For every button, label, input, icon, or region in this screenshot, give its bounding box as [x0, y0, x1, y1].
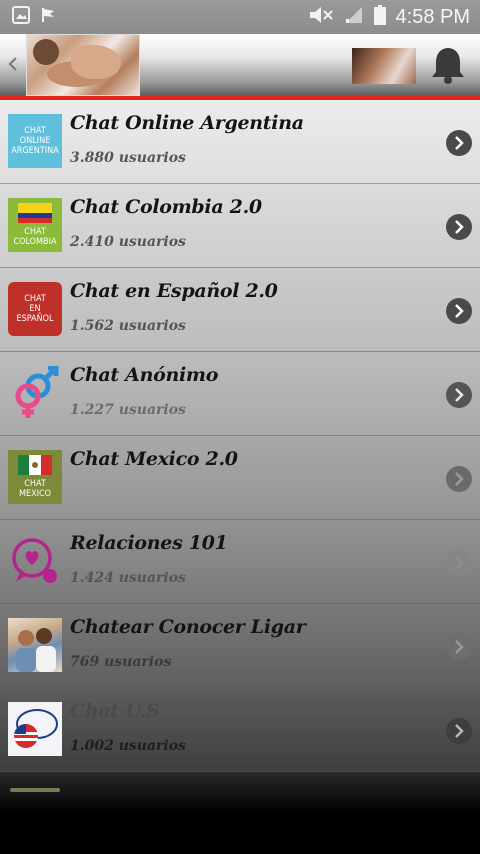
chevron-right-icon[interactable] [446, 382, 472, 408]
chat-user-count: 1.562 usuarios [70, 318, 186, 334]
chat-argentina-icon: CHAT ONLINE ARGENTINA [8, 114, 62, 168]
chat-colombia-icon: CHAT COLOMBIA [8, 198, 62, 252]
chat-list-item[interactable]: CHAT EN ESPAÑOL Chat en Español 2.0 1.562 … [0, 268, 480, 352]
app-logo-photo [26, 34, 140, 96]
chat-list-item[interactable]: CHAT MEXICO Chat Mexico 2.0 [0, 436, 480, 520]
chat-list-item-partial[interactable] [0, 772, 480, 854]
chat-user-count: 3.880 usuarios [70, 150, 186, 166]
chat-title: Chat Mexico 2.0 [70, 448, 238, 470]
chevron-right-icon[interactable] [446, 550, 472, 576]
mute-icon [308, 6, 334, 28]
chat-list: CHAT ONLINE ARGENTINA Chat Online Argentin… [0, 100, 480, 854]
battery-icon [373, 5, 386, 29]
us-flag-chat-bubble-icon [8, 702, 62, 756]
chat-title: Chat Colombia 2.0 [70, 196, 262, 218]
chevron-right-icon[interactable] [446, 718, 472, 744]
chevron-right-icon[interactable] [446, 298, 472, 324]
chat-user-count: 1.227 usuarios [70, 402, 186, 418]
chat-list-item[interactable]: CHAT COLOMBIA Chat Colombia 2.0 2.410 usu… [0, 184, 480, 268]
chat-user-count: 1.424 usuarios [70, 570, 186, 586]
chat-title: Chat Online Argentina [70, 112, 304, 134]
chevron-right-icon[interactable] [446, 634, 472, 660]
chevron-left-icon[interactable] [6, 52, 20, 76]
chat-mexico-icon: CHAT MEXICO [8, 450, 62, 504]
chat-list-item[interactable]: Relaciones 101 1.424 usuarios [0, 520, 480, 604]
chevron-right-icon[interactable] [446, 466, 472, 492]
status-time: 4:58 PM [395, 5, 470, 28]
chevron-right-icon[interactable] [446, 214, 472, 240]
chat-list-item[interactable]: Chat Anónimo 1.227 usuarios [0, 352, 480, 436]
chat-title: Relaciones 101 [70, 532, 228, 554]
gender-symbols-icon [8, 365, 62, 420]
status-bar: 4:58 PM [0, 0, 480, 34]
heart-chat-bubble-icon [8, 534, 62, 588]
signal-icon [344, 6, 364, 28]
chevron-right-icon[interactable] [446, 130, 472, 156]
chat-user-count: 769 usuarios [70, 654, 172, 670]
flag-icon [40, 6, 58, 28]
chat-title: Chat en Español 2.0 [70, 280, 278, 302]
chat-title: Chat U.S [70, 700, 160, 722]
chat-list-item[interactable]: CHAT ONLINE ARGENTINA Chat Online Argentin… [0, 100, 480, 184]
bell-icon[interactable] [428, 44, 468, 86]
partial-item-icon [10, 788, 60, 792]
chat-espanol-icon: CHAT EN ESPAÑOL [8, 282, 62, 336]
header-thumbnail-photo[interactable] [352, 48, 416, 84]
chat-list-item[interactable]: Chatear Conocer Ligar 769 usuarios [0, 604, 480, 688]
chat-title: Chat Anónimo [70, 364, 219, 386]
chat-list-item[interactable]: Chat U.S 1.002 usuarios [0, 688, 480, 772]
gallery-icon [12, 6, 30, 28]
chat-user-count: 1.002 usuarios [70, 738, 186, 754]
chat-title: Chatear Conocer Ligar [70, 616, 306, 638]
chat-user-count: 2.410 usuarios [70, 234, 186, 250]
couple-photo-icon [8, 618, 62, 672]
